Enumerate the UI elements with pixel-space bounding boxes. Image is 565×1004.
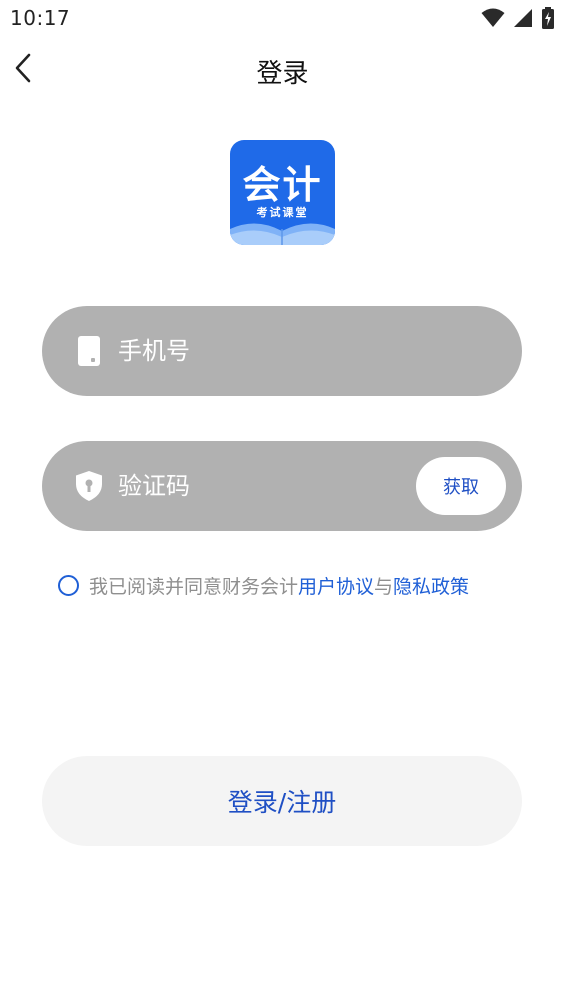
status-time: 10:17 xyxy=(10,6,71,30)
privacy-policy-link[interactable]: 隐私政策 xyxy=(393,572,469,599)
agreement: 我已阅读并同意财务会计 用户协议 与 隐私政策 xyxy=(58,572,469,598)
get-code-button[interactable]: 获取 xyxy=(416,457,506,515)
header: 登录 xyxy=(0,40,565,100)
agreement-text: 我已阅读并同意财务会计 xyxy=(89,575,299,598)
login-register-button[interactable]: 登录/注册 xyxy=(42,756,522,846)
status-bar: 10:17 xyxy=(0,0,565,38)
signal-icon xyxy=(513,8,533,28)
app-logo: 会计 考试课堂 xyxy=(230,140,335,245)
agree-checkbox[interactable] xyxy=(58,574,79,596)
logo-title: 会计 xyxy=(242,163,323,207)
phone-icon xyxy=(74,336,104,366)
phone-field[interactable] xyxy=(42,306,522,396)
book-icon xyxy=(230,223,335,245)
wifi-icon xyxy=(481,8,505,28)
battery-charging-icon xyxy=(541,7,555,29)
phone-input[interactable] xyxy=(118,328,398,374)
agreement-conjunction: 与 xyxy=(374,575,394,598)
shield-icon xyxy=(74,471,104,501)
status-icons xyxy=(481,7,555,29)
verification-code-field[interactable]: 获取 xyxy=(42,441,522,531)
logo-subtitle: 考试课堂 xyxy=(256,206,309,219)
page-title: 登录 xyxy=(256,59,309,89)
verification-code-input[interactable] xyxy=(118,463,398,509)
user-agreement-link[interactable]: 用户协议 xyxy=(298,572,374,599)
